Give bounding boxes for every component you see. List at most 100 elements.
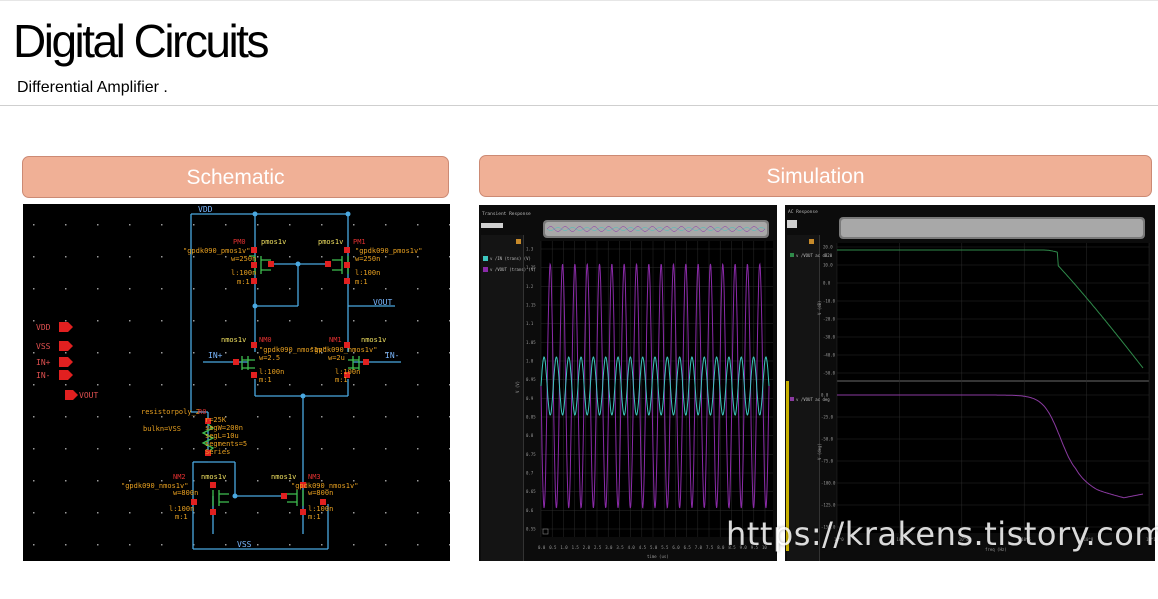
pin-label-in-plus: IN+ [36,358,51,367]
ac-mag-tick: 0.0 [823,281,831,286]
svg-text:l:100n: l:100n [308,505,333,513]
transient-xtick: 6.5 [684,545,692,550]
svg-text:w=2.5: w=2.5 [259,354,280,362]
svg-text:nmos1v: nmos1v [201,473,226,481]
transient-xtick: 3.0 [605,545,613,550]
ac-mag-tick: -50.0 [823,371,836,376]
transient-ytick: 1.3 [526,247,534,252]
transient-xtick: 5.0 [650,545,658,550]
ac-title: AC Response [788,209,818,215]
svg-text:w=250n: w=250n [231,255,256,263]
net-vdd: VDD [198,205,213,214]
transient-ytick: 1.15 [526,303,536,308]
svg-text:segments=5: segments=5 [205,440,247,448]
svg-text:NM0: NM0 [259,336,272,344]
legend-phase: v /VOUT ac deg [796,397,830,402]
ac-mag-tick: 10.0 [823,263,833,268]
transient-xtick: 4.0 [628,545,636,550]
transient-xtick: 7.0 [695,545,703,550]
schematic-section-button[interactable]: Schematic [22,156,449,198]
page-title: Digital Circuits [13,15,269,67]
ac-phase-tick: -100.0 [821,481,836,486]
svg-text:m:1: m:1 [308,513,321,521]
transient-ytick: 0.9 [526,396,534,401]
ac-phase-tick: 0.0 [821,393,829,398]
transient-ytick: 0.65 [526,489,536,494]
svg-text:segL=10u: segL=10u [205,432,239,440]
svg-text:"gpdk090_pmos1v": "gpdk090_pmos1v" [183,247,250,255]
transient-ylabel: V (V) [515,381,520,393]
transient-ytick: 1.05 [526,340,536,345]
transient-ytick: 1.2 [526,284,534,289]
svg-text:Series: Series [205,448,230,456]
top-border [0,0,1158,1]
svg-text:NM2: NM2 [173,473,186,481]
ac-mag-tick: -10.0 [823,299,836,304]
watermark-url: https://krakens.tistory.com [726,515,1158,553]
pin-label-vdd: VDD [36,323,51,332]
ac-phase-tick: -25.0 [821,415,834,420]
legend-mag: v /VOUT ac dB20 [796,253,833,258]
transient-xtick: 1.0 [560,545,568,550]
schematic-image: VDD VSS IN+ IN- VOUT VDD VOUT IN+ IN- VS… [23,204,450,561]
ac-mag-tick: 20.0 [823,245,833,250]
ac-mag-tick: -20.0 [823,317,836,322]
svg-text:l:100n: l:100n [355,269,380,277]
svg-text:segW=200n: segW=200n [205,424,243,432]
transient-xtick: 4.5 [639,545,647,550]
transient-xtick: 6.0 [672,545,680,550]
svg-text:resistorpoly_2: resistorpoly_2 [141,408,200,416]
svg-text:nmos1v: nmos1v [271,473,296,481]
svg-text:r=25K: r=25K [205,416,227,424]
svg-text:"gpdk090_nmos1v": "gpdk090_nmos1v" [310,346,377,354]
header-divider [0,105,1158,106]
transient-title: Transient Response [482,211,531,217]
transient-ytick: 0.55 [526,527,536,532]
pin-label-vout: VOUT [79,391,98,400]
svg-text:l:100n: l:100n [231,269,256,277]
svg-text:bulkn=VSS: bulkn=VSS [143,425,181,433]
ac-mag-tick: -40.0 [823,353,836,358]
svg-text:nmos1v: nmos1v [221,336,246,344]
legend-in: v /IN (trans) (V) [490,256,531,261]
svg-text:pmos1v: pmos1v [261,238,286,246]
svg-text:m:1: m:1 [175,513,188,521]
svg-text:m:1: m:1 [355,278,368,286]
svg-text:nmos1v: nmos1v [361,336,386,344]
net-vout: VOUT [373,298,392,307]
transient-xtick: 3.5 [616,545,624,550]
transient-ytick: 0.6 [526,508,534,513]
page-subtitle: Differential Amplifier . [17,79,168,96]
svg-text:w=800n: w=800n [173,489,198,497]
svg-text:R0: R0 [198,408,206,416]
svg-text:m:1: m:1 [335,376,348,384]
simulation-section-button[interactable]: Simulation [479,155,1152,197]
transient-ytick: 0.75 [526,452,536,457]
transient-xtick: 2.0 [583,545,591,550]
svg-text:w=250n: w=250n [355,255,380,263]
transient-xlabel: time (us) [647,554,669,559]
svg-text:PM0: PM0 [233,238,246,246]
ac-phase-tick: -125.0 [821,503,836,508]
svg-text:PM1: PM1 [353,238,366,246]
svg-text:NM1: NM1 [329,336,342,344]
transient-ytick: 1.25 [526,265,536,270]
net-vss: VSS [237,540,252,549]
svg-text:m:1: m:1 [259,376,272,384]
transient-xtick: 5.5 [661,545,669,550]
pin-label-vss: VSS [36,342,51,351]
svg-text:l:100n: l:100n [259,368,284,376]
ac-mag-tick: -30.0 [823,335,836,340]
ac-ylabel-phase: V (deg) [817,443,822,460]
net-in-minus: IN- [385,351,399,360]
transient-ytick: 0.95 [526,377,536,382]
transient-ytick: 0.85 [526,415,536,420]
svg-text:l:100n: l:100n [335,368,360,376]
transient-ytick: 0.7 [526,471,534,476]
svg-text:pmos1v: pmos1v [318,238,343,246]
transient-xtick: 0.0 [538,545,546,550]
svg-text:w=800n: w=800n [308,489,333,497]
transient-xtick: 1.5 [572,545,580,550]
pin-label-in-minus: IN- [36,371,50,380]
svg-text:m:1: m:1 [237,278,250,286]
